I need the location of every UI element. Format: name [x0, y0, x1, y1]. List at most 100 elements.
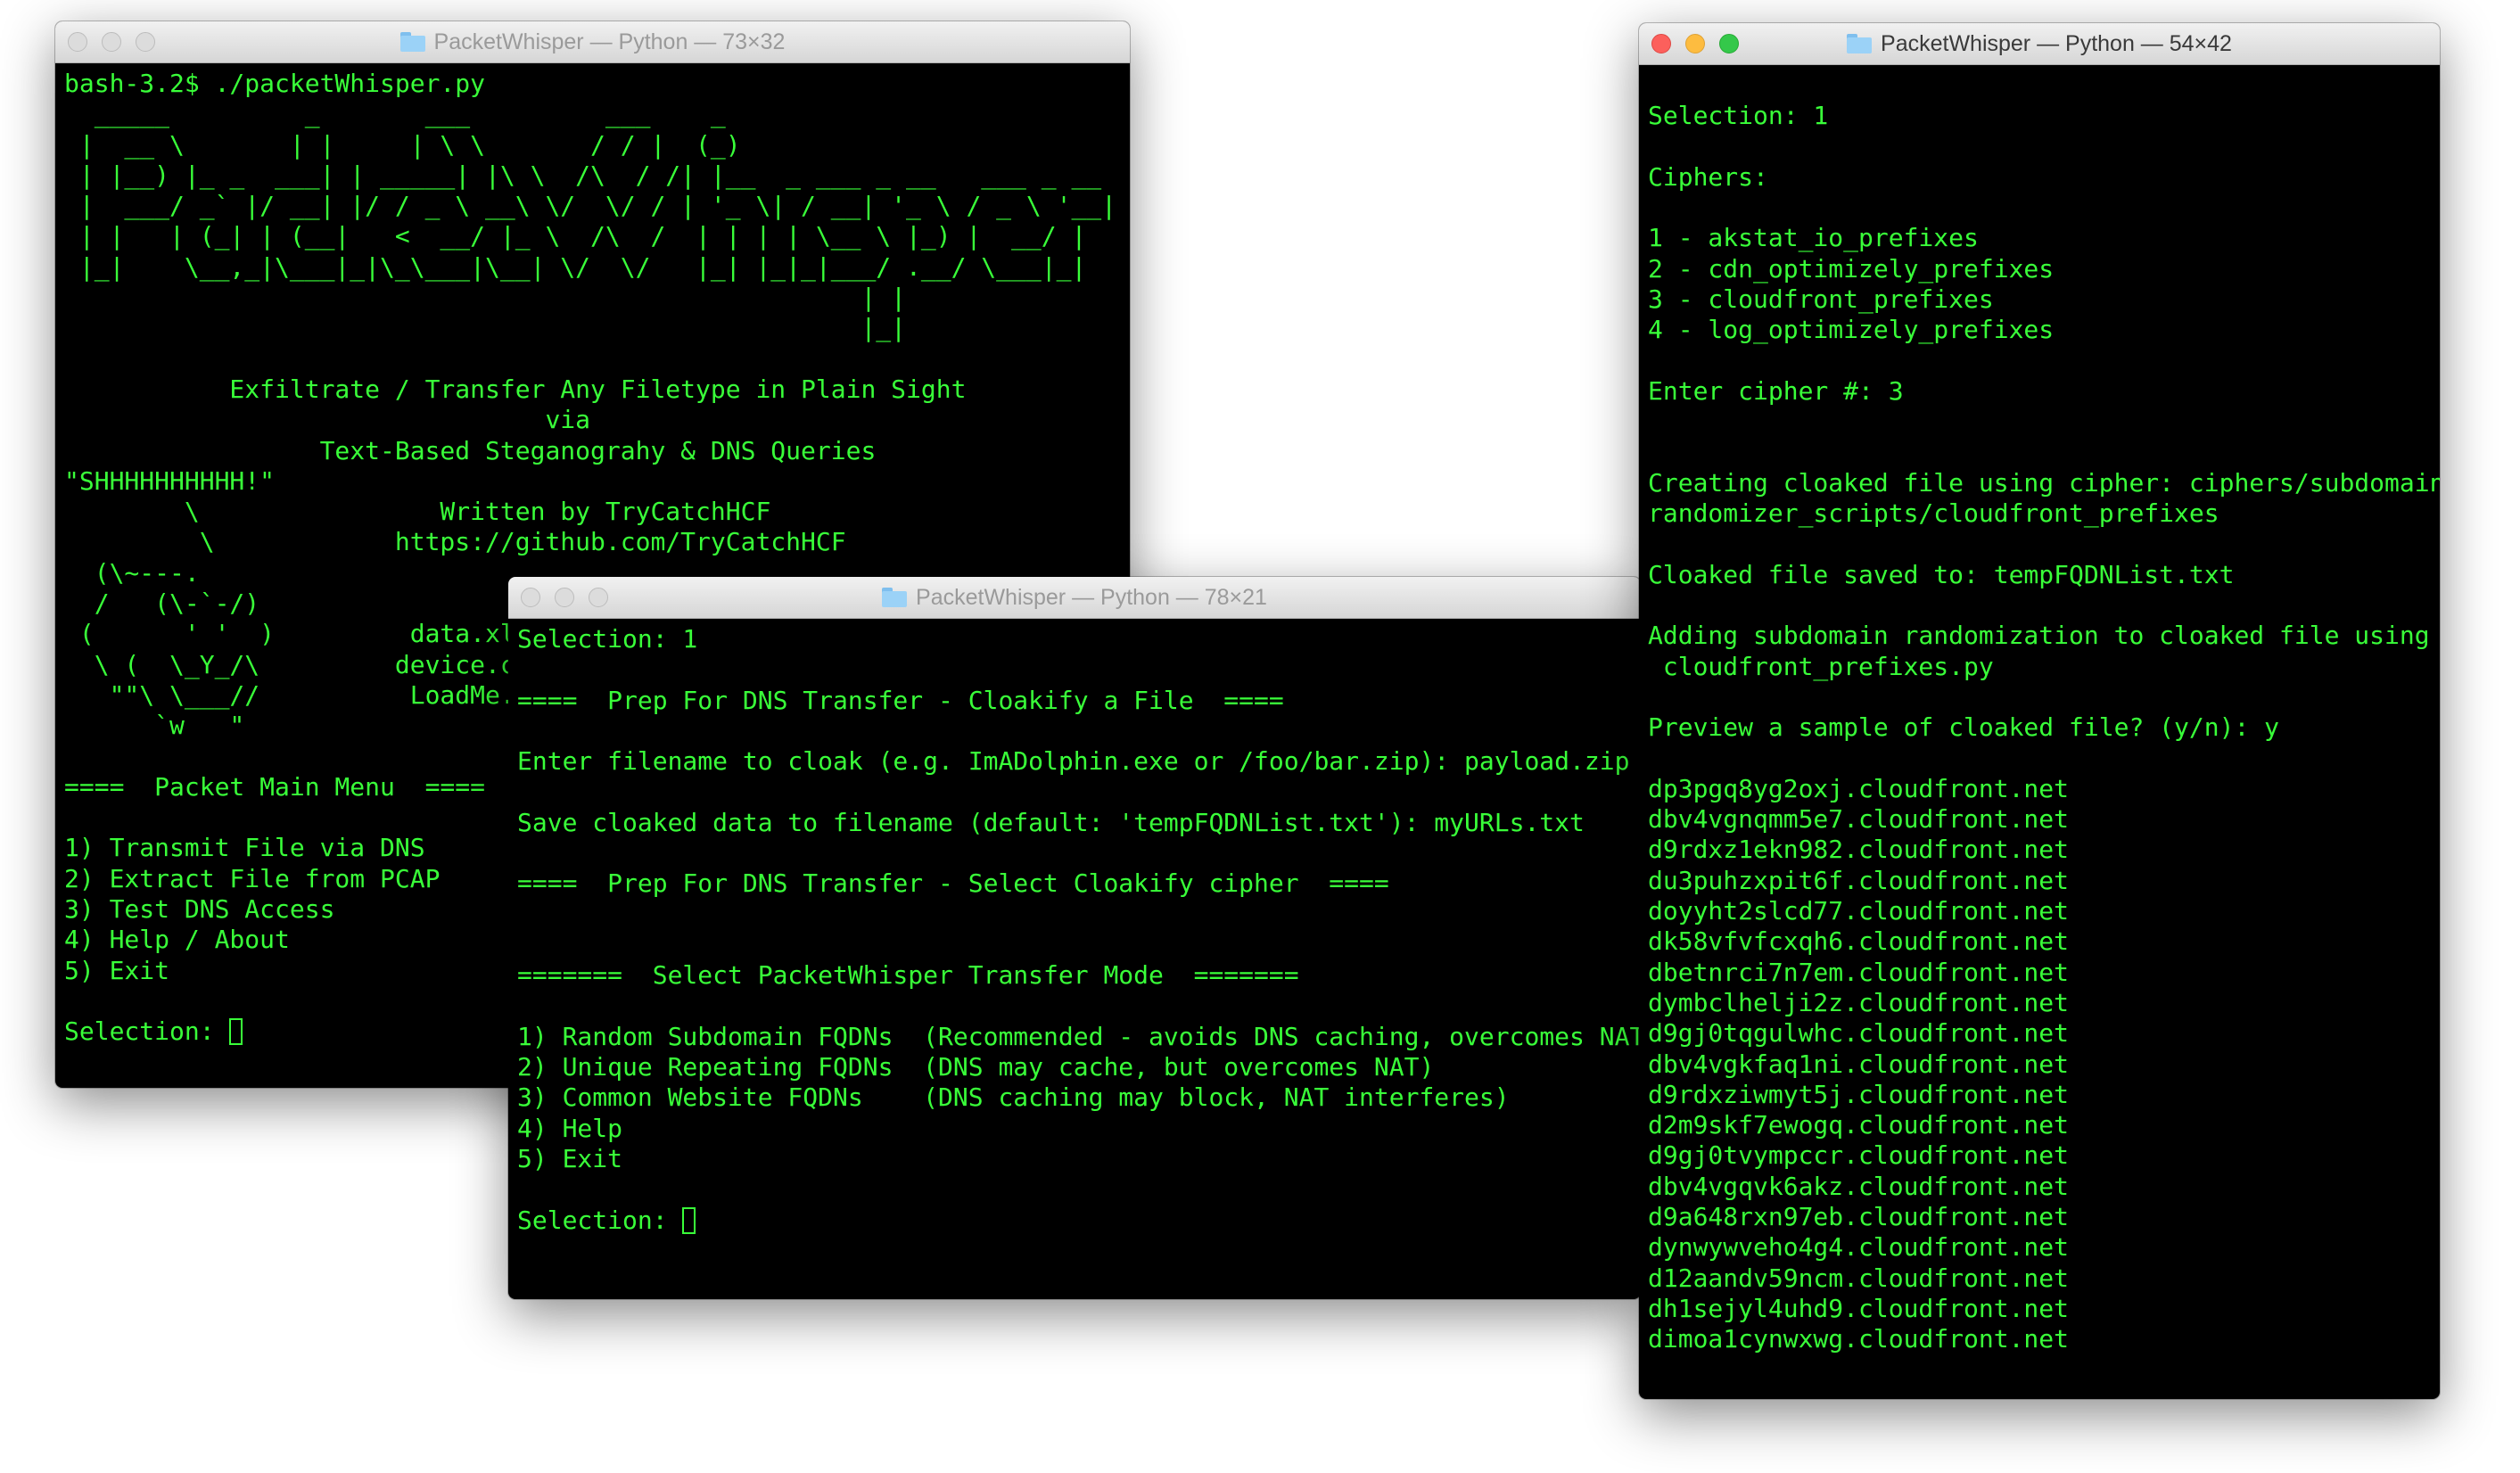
fqdn-line: d9gj0tvympccr.cloudfront.net: [1648, 1140, 2070, 1171]
menu-item: 2) Unique Repeating FQDNs (DNS may cache…: [517, 1052, 1435, 1082]
block-cursor-icon: [229, 1018, 243, 1046]
terminal-line: Adding subdomain randomization to cloake…: [1648, 621, 2440, 651]
cipher-item: 4 - log_optimizely_prefixes: [1648, 315, 2055, 345]
fqdn-line: dbv4vgnqmm5e7.cloudfront.net: [1648, 804, 2070, 835]
zoom-button[interactable]: [136, 32, 155, 52]
art-line: \ Written by TryCatchHCF: [64, 497, 771, 527]
close-button[interactable]: [1651, 34, 1671, 53]
prompt-text: Selection:: [64, 1016, 230, 1047]
title-bar[interactable]: PacketWhisper — Python — 73×32: [55, 21, 1130, 63]
prompt-text: Selection:: [517, 1205, 683, 1235]
menu-item: 1) Random Subdomain FQDNs (Recommended -…: [517, 1021, 1641, 1051]
banner-line: | ___/ _` |/ __| |/ / _ \ __\ \/ \/ / | …: [64, 191, 1117, 221]
banner-line: |_| \__,_|\___|_|\_\___|\__| \/ \/ |_| |…: [64, 251, 1087, 282]
fqdn-line: d2m9skf7ewogq.cloudfront.net: [1648, 1110, 2070, 1140]
terminal-line: Selection: 1: [1648, 101, 1829, 131]
window-title: PacketWhisper — Python — 78×21: [882, 585, 1267, 611]
section-heading: ==== Prep For DNS Transfer - Select Cloa…: [517, 868, 1389, 899]
fqdn-line: du3puhzxpit6f.cloudfront.net: [1648, 865, 2070, 895]
window-title: PacketWhisper — Python — 73×32: [399, 29, 786, 55]
folder-icon: [1847, 34, 1873, 53]
fqdn-line: dimoa1cynwxwg.cloudfront.net: [1648, 1324, 2070, 1354]
window-controls: [521, 577, 608, 618]
terminal-line: Save cloaked data to filename (default: …: [517, 807, 1585, 837]
terminal-line: Cloaked file saved to: tempFQDNList.txt: [1648, 559, 2235, 589]
fqdn-line: dymbclhelji2z.cloudfront.net: [1648, 987, 2070, 1017]
folder-icon: [882, 588, 908, 607]
fqdn-line: d9rdxziwmyt5j.cloudfront.net: [1648, 1079, 2070, 1109]
fqdn-line: dp3pgq8yg2oxj.cloudfront.net: [1648, 773, 2070, 803]
zoom-button[interactable]: [1719, 34, 1739, 53]
banner-line: | |: [64, 283, 907, 313]
fqdn-line: dbv4vgqvk6akz.cloudfront.net: [1648, 1171, 2070, 1201]
fqdn-line: d9a648rxn97eb.cloudfront.net: [1648, 1201, 2070, 1231]
window-title-text: PacketWhisper — Python — 73×32: [433, 29, 786, 54]
terminal-line: Ciphers:: [1648, 161, 1768, 192]
close-button[interactable]: [68, 32, 87, 52]
title-bar[interactable]: PacketWhisper — Python — 54×42: [1639, 23, 2440, 65]
window-controls: [68, 21, 155, 62]
title-bar[interactable]: PacketWhisper — Python — 78×21: [508, 577, 1641, 619]
terminal-line: Enter cipher #: 3: [1648, 375, 1904, 406]
terminal-line: Preview a sample of cloaked file? (y/n):…: [1648, 712, 2280, 743]
fqdn-line: d9gj0tqgulwhc.cloudfront.net: [1648, 1018, 2070, 1049]
cipher-item: 3 - cloudfront_prefixes: [1648, 284, 1994, 315]
banner-line: _____ _ ___ ___ _: [64, 99, 726, 129]
window-title: PacketWhisper — Python — 54×42: [1847, 31, 2232, 57]
terminal-line: Selection: 1: [517, 624, 698, 654]
folder-icon: [399, 32, 425, 52]
terminal-window-middle[interactable]: PacketWhisper — Python — 78×21 Selection…: [508, 577, 1641, 1299]
terminal-window-right[interactable]: PacketWhisper — Python — 54×42 Selection…: [1639, 23, 2440, 1399]
block-cursor-icon: [682, 1206, 696, 1234]
fqdn-line: dh1sejyl4uhd9.cloudfront.net: [1648, 1293, 2070, 1323]
cipher-item: 1 - akstat_io_prefixes: [1648, 223, 1979, 253]
window-controls: [1651, 23, 1739, 64]
art-line: "SHHHHHHHHHH!": [64, 465, 276, 496]
terminal-line: bash-3.2$ ./packetWhisper.py: [64, 69, 486, 98]
terminal-line: randomizer_scripts/cloudfront_prefixes: [1648, 498, 2219, 529]
prompt-line[interactable]: Selection:: [517, 1206, 1632, 1236]
window-title-text: PacketWhisper — Python — 78×21: [916, 584, 1267, 610]
art-line: \ https://github.com/TryCatchHCF: [64, 527, 846, 557]
terminal-output[interactable]: Selection: 1 ==== Prep For DNS Transfer …: [508, 619, 1641, 1241]
tagline: Text-Based Steganograhy & DNS Queries: [64, 435, 877, 465]
terminal-output[interactable]: Selection: 1 Ciphers: 1 - akstat_io_pref…: [1639, 65, 2440, 1360]
fqdn-line: dbetnrci7n7em.cloudfront.net: [1648, 957, 2070, 987]
fqdn-line: d12aandv59ncm.cloudfront.net: [1648, 1263, 2070, 1293]
section-heading: ==== Prep For DNS Transfer - Cloakify a …: [517, 685, 1284, 715]
banner-line: | __ \ | | | \ \ / / | (_): [64, 129, 741, 160]
fqdn-line: d9rdxz1ekn982.cloudfront.net: [1648, 835, 2070, 865]
minimize-button[interactable]: [102, 32, 121, 52]
banner-line: |_|: [64, 313, 907, 343]
terminal-line: Creating cloaked file using cipher: ciph…: [1648, 467, 2440, 498]
zoom-button[interactable]: [589, 588, 608, 607]
close-button[interactable]: [521, 588, 540, 607]
terminal-line: Enter filename to cloak (e.g. ImADolphin…: [517, 746, 1630, 777]
menu-item: 4) Help: [517, 1113, 623, 1143]
minimize-button[interactable]: [555, 588, 574, 607]
terminal-line: cloudfront_prefixes.py: [1648, 651, 1994, 681]
section-heading: ======= Select PacketWhisper Transfer Mo…: [517, 960, 1299, 991]
menu-item: 5) Exit: [517, 1144, 623, 1174]
tagline: Exfiltrate / Transfer Any Filetype in Pl…: [64, 374, 967, 404]
minimize-button[interactable]: [1685, 34, 1705, 53]
fqdn-line: doyyht2slcd77.cloudfront.net: [1648, 896, 2070, 926]
